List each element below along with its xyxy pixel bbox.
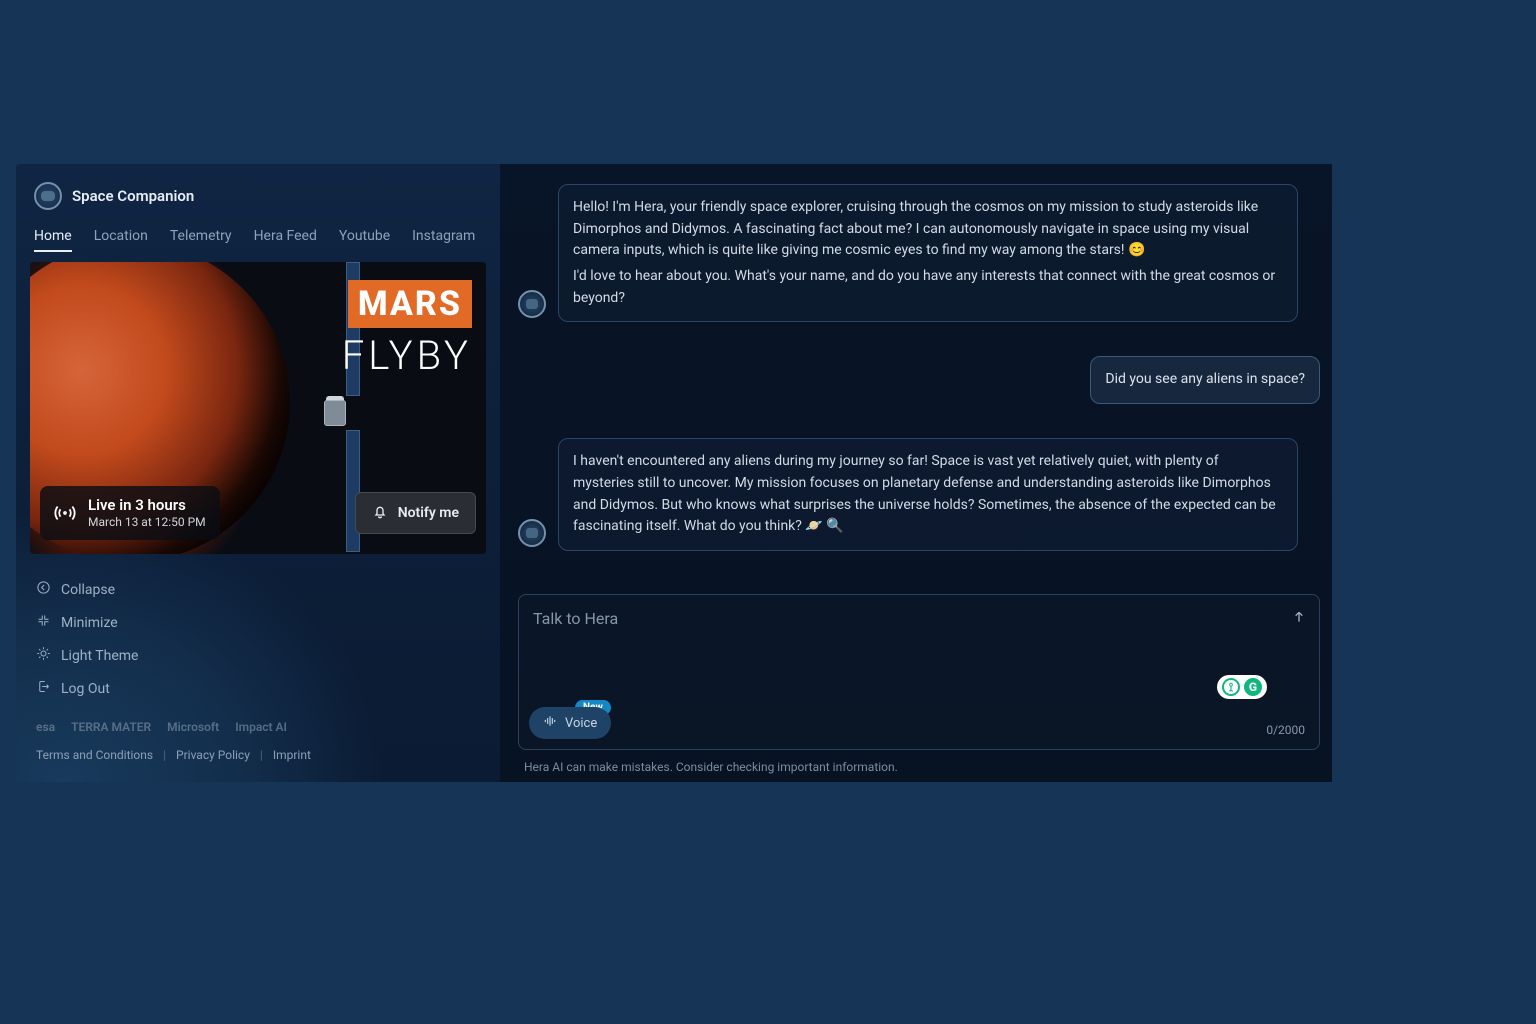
minimize-icon (36, 613, 51, 632)
app-title: Space Companion (72, 187, 194, 205)
tab-hera-feed[interactable]: Hera Feed (254, 228, 317, 252)
video-hero[interactable]: MARS FLYBY Live in 3 hours March 13 at 1… (30, 262, 486, 554)
logout-icon (36, 679, 51, 698)
partner-terra-mater: TERRA MATER (71, 720, 151, 734)
send-button[interactable] (1291, 609, 1307, 629)
partner-esa: esa (36, 720, 55, 734)
chat-messages: Hello! I'm Hera, your friendly space exp… (518, 184, 1320, 576)
broadcast-icon (54, 502, 76, 524)
live-status: Live in 3 hours March 13 at 12:50 PM (40, 486, 220, 540)
collapse-label: Collapse (61, 582, 115, 598)
collapse-button[interactable]: Collapse (36, 580, 486, 599)
sun-icon (36, 646, 51, 665)
privacy-link[interactable]: Privacy Policy (176, 748, 250, 762)
voice-waveform-icon (543, 714, 557, 732)
chevron-left-icon (36, 580, 51, 599)
grammarly-pin-icon: ⟟ (1222, 678, 1240, 696)
disclaimer-text: Hera AI can make mistakes. Consider chec… (524, 760, 1320, 774)
app-logo-icon (34, 182, 62, 210)
theme-label: Light Theme (61, 648, 139, 664)
tab-instagram[interactable]: Instagram (412, 228, 475, 252)
live-countdown: Live in 3 hours (88, 496, 206, 515)
tab-home[interactable]: Home (34, 228, 72, 252)
spacecraft-graphic (310, 372, 360, 452)
partner-microsoft: Microsoft (167, 720, 219, 734)
grammarly-widget[interactable]: ⟟ G (1217, 675, 1267, 699)
left-controls: Collapse Minimize Light Theme Log Out (30, 580, 486, 698)
assistant-avatar (518, 290, 546, 318)
video-title-secondary: FLYBY (342, 332, 472, 379)
partner-impact-ai: Impact AI (235, 720, 287, 734)
live-row: Live in 3 hours March 13 at 12:50 PM Not… (40, 486, 476, 540)
minimize-button[interactable]: Minimize (36, 613, 486, 632)
voice-label: Voice (565, 716, 597, 731)
message-row: I haven't encountered any aliens during … (518, 438, 1320, 551)
assistant-message: Hello! I'm Hera, your friendly space exp… (558, 184, 1298, 322)
message-row: Hello! I'm Hera, your friendly space exp… (518, 184, 1320, 322)
imprint-link[interactable]: Imprint (273, 748, 311, 762)
minimize-label: Minimize (61, 615, 118, 631)
tab-telemetry[interactable]: Telemetry (170, 228, 232, 252)
assistant-avatar (518, 519, 546, 547)
bell-icon (372, 503, 388, 523)
theme-button[interactable]: Light Theme (36, 646, 486, 665)
live-datetime: March 13 at 12:50 PM (88, 515, 206, 530)
message-row: Did you see any aliens in space? (518, 356, 1320, 404)
video-title-primary: MARS (348, 280, 472, 328)
notify-label: Notify me (398, 505, 459, 521)
partner-logos: esa TERRA MATER Microsoft Impact AI (30, 720, 486, 734)
char-counter: 0/2000 (1266, 723, 1305, 737)
user-message: Did you see any aliens in space? (1090, 356, 1320, 404)
app-frame: Space Companion Home Location Telemetry Her… (16, 164, 1332, 782)
grammarly-logo-icon: G (1244, 678, 1262, 696)
left-panel: Space Companion Home Location Telemetry Her… (16, 164, 500, 782)
logout-label: Log Out (61, 681, 110, 697)
video-title: MARS FLYBY (342, 280, 472, 379)
chat-input-area: New Voice 0/2000 ⟟ G (518, 594, 1320, 750)
nav-tabs: Home Location Telemetry Hera Feed Youtube Ins… (34, 228, 482, 252)
left-header: Space Companion (34, 182, 486, 210)
logout-button[interactable]: Log Out (36, 679, 486, 698)
terms-link[interactable]: Terms and Conditions (36, 748, 153, 762)
voice-button[interactable]: Voice (529, 707, 611, 739)
tab-youtube[interactable]: Youtube (339, 228, 390, 252)
chat-input[interactable] (519, 595, 1319, 749)
assistant-message: I haven't encountered any aliens during … (558, 438, 1298, 551)
tab-location[interactable]: Location (94, 228, 148, 252)
notify-button[interactable]: Notify me (355, 492, 476, 534)
chat-panel: Hello! I'm Hera, your friendly space exp… (500, 164, 1332, 782)
legal-links: Terms and Conditions | Privacy Policy | … (30, 748, 486, 762)
